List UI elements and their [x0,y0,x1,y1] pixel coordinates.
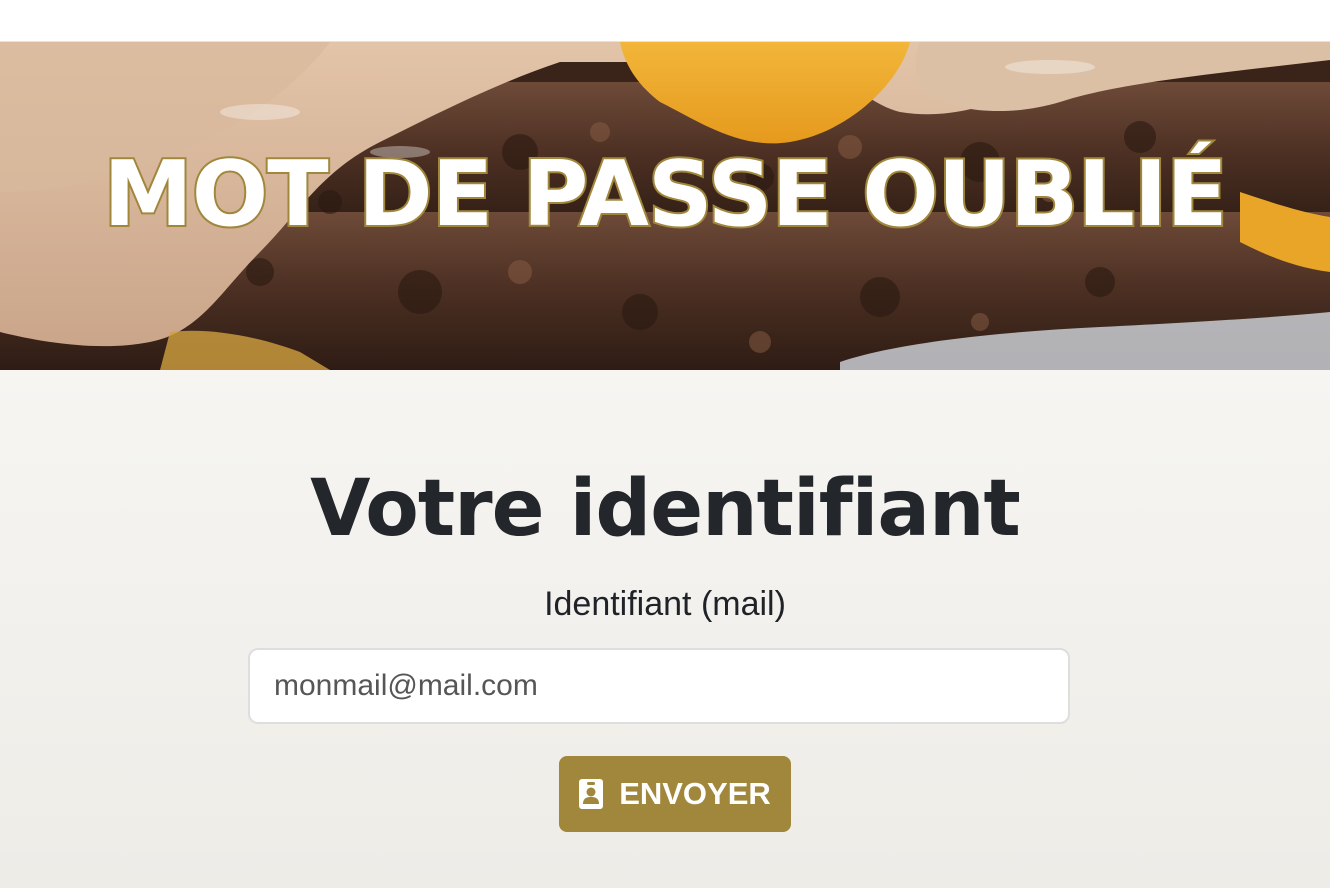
email-input[interactable] [248,648,1070,724]
page-heading: Votre identifiant [310,464,1021,554]
send-button-label: ENVOYER [619,776,771,811]
top-navigation-bar [0,0,1330,42]
hero-banner: MOT DE PASSE OUBLIÉ [0,42,1330,370]
email-field-label: Identifiant (mail) [544,585,786,623]
send-button[interactable]: ENVOYER [559,756,791,832]
hero-title: MOT DE PASSE OUBLIÉ [101,142,1230,247]
id-badge-icon [579,779,604,809]
forgot-password-form-section: Votre identifiant Identifiant (mail) ENV… [0,370,1330,888]
